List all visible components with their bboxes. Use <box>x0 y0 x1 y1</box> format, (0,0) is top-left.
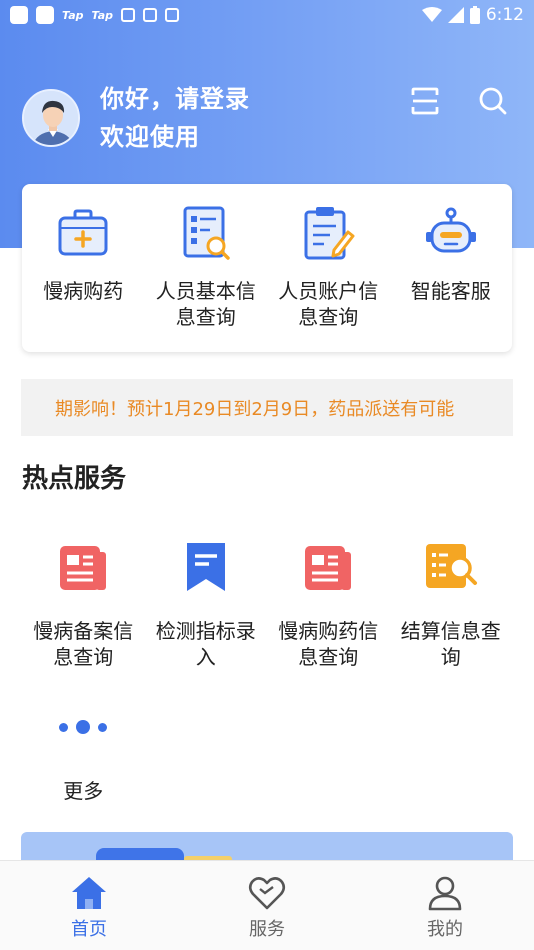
notification-icon <box>10 6 28 24</box>
hot-service-chronic-registration[interactable]: 慢病备案信息查询 <box>22 540 145 670</box>
more-dots-icon <box>59 700 108 754</box>
person-icon <box>428 876 462 911</box>
quick-action-customer-service[interactable]: 智能客服 <box>390 204 513 352</box>
robot-icon <box>425 207 476 253</box>
more-services-button[interactable]: 更多 <box>22 700 145 804</box>
news-icon <box>305 546 352 590</box>
document-search-icon <box>183 206 230 260</box>
quick-action-account-info[interactable]: 人员账户信息查询 <box>267 204 390 352</box>
tab-label: 我的 <box>427 919 463 940</box>
user-profile[interactable]: 你好，请登录 欢迎使用 <box>22 80 250 156</box>
taptap-icon: Tap <box>62 8 84 22</box>
hot-service-indicator-entry[interactable]: 检测指标录入 <box>145 540 268 670</box>
notice-marquee[interactable]: 期影响！预计1月29日到2月9日，药品派送有可能 <box>21 379 513 436</box>
welcome-text: 欢迎使用 <box>100 123 200 151</box>
quick-action-label: 慢病购药 <box>43 279 124 303</box>
quick-action-basic-info[interactable]: 人员基本信息查询 <box>145 204 268 352</box>
medicine-box-icon <box>58 209 108 256</box>
quick-action-label: 人员基本信息查询 <box>155 279 256 329</box>
quick-actions-card: 慢病购药 人员基本信息查询 人员账户信息查询 智能客服 <box>22 184 512 352</box>
hot-service-purchase-info[interactable]: 慢病购药信息查询 <box>267 540 390 670</box>
app-notification-icon <box>165 8 179 22</box>
clock: 6:12 <box>485 5 524 25</box>
quick-action-chronic-medicine[interactable]: 慢病购药 <box>22 204 145 352</box>
notification-icon <box>36 6 54 24</box>
hot-service-label: 慢病备案信息查询 <box>33 619 134 669</box>
hot-service-settlement-info[interactable]: 结算信息查询 <box>390 540 513 670</box>
login-prompt[interactable]: 你好，请登录 <box>100 80 250 118</box>
news-icon <box>60 546 107 590</box>
hot-services-grid: 慢病备案信息查询 检测指标录入 慢病购药信息查询 结算信息查询 更多 <box>22 540 512 804</box>
quick-action-label: 智能客服 <box>410 279 491 303</box>
hot-service-label: 慢病购药信息查询 <box>278 619 379 669</box>
status-bar: Tap Tap 6:12 <box>0 0 534 30</box>
app-notification-icon <box>121 8 135 22</box>
tab-home[interactable]: 首页 <box>0 861 178 950</box>
avatar[interactable] <box>22 89 80 147</box>
bottom-tab-bar: 首页 服务 我的 <box>0 860 534 950</box>
tab-services[interactable]: 服务 <box>178 861 356 950</box>
battery-icon <box>469 6 480 24</box>
scan-icon[interactable] <box>410 86 440 116</box>
list-search-icon <box>425 544 477 588</box>
hot-service-label: 检测指标录入 <box>155 619 256 669</box>
signal-icon <box>447 7 464 23</box>
wifi-icon <box>421 7 442 22</box>
home-icon <box>72 877 106 909</box>
taptap-icon: Tap <box>91 8 114 22</box>
tab-mine[interactable]: 我的 <box>356 861 534 950</box>
quick-action-label: 人员账户信息查询 <box>278 279 379 329</box>
notice-text: 期影响！预计1月29日到2月9日，药品派送有可能 <box>55 398 455 420</box>
hot-services-title: 热点服务 <box>22 464 127 494</box>
app-notification-icon <box>143 8 157 22</box>
heart-icon <box>248 877 286 910</box>
bookmark-icon <box>186 543 225 591</box>
user-avatar-icon <box>24 91 78 145</box>
search-icon[interactable] <box>478 86 508 116</box>
hot-service-label: 结算信息查询 <box>400 619 501 669</box>
more-label: 更多 <box>63 779 104 803</box>
tab-label: 首页 <box>71 919 107 940</box>
clipboard-edit-icon <box>304 207 355 260</box>
tab-label: 服务 <box>249 919 285 940</box>
